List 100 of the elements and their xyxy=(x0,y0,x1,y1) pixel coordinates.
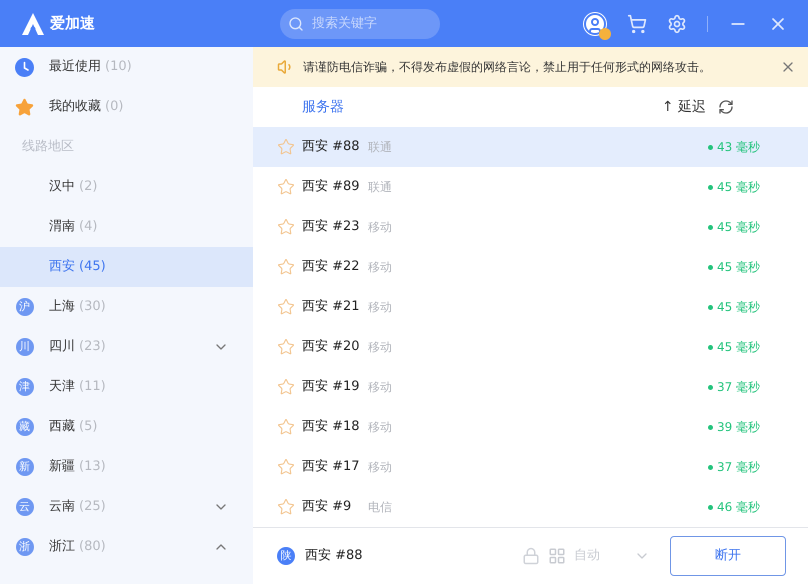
latency-value: 45 毫秒 xyxy=(717,259,762,276)
star-icon[interactable] xyxy=(277,218,295,236)
carrier-label: 移动 xyxy=(368,419,392,436)
item-count: (10) xyxy=(105,58,132,76)
item-count: (25) xyxy=(79,498,106,516)
province-badge: 津 xyxy=(16,378,34,396)
sidebar-item[interactable]: 最近使用 (10) xyxy=(0,47,253,87)
item-label: 天津 xyxy=(49,378,75,396)
province-badge: 浙 xyxy=(16,538,34,556)
carrier-label: 联通 xyxy=(368,139,392,156)
server-name: 西安 #88 xyxy=(302,138,361,156)
sidebar-item[interactable]: 汉中 (2) xyxy=(0,167,253,207)
settings-icon[interactable] xyxy=(667,14,687,34)
province-badge: 沪 xyxy=(16,298,34,316)
server-name: 西安 #19 xyxy=(302,378,361,396)
latency-value: 45 毫秒 xyxy=(717,339,762,356)
province-badge: 新 xyxy=(16,458,34,476)
star-icon[interactable] xyxy=(277,498,295,516)
search-field[interactable]: 搜索关键字 xyxy=(280,8,440,38)
item-label: 我的收藏 xyxy=(49,98,101,116)
sidebar-item[interactable]: 津 天津 (11) xyxy=(0,367,253,407)
cart-icon[interactable] xyxy=(627,14,647,34)
notice-text: 请谨防电信诈骗，不得发布虚假的网络言论，禁止用于任何形式的网络攻击。 xyxy=(303,59,711,76)
star-icon[interactable] xyxy=(277,298,295,316)
logo-icon xyxy=(20,12,46,36)
item-label: 浙江 xyxy=(49,538,75,556)
star-icon xyxy=(15,98,34,116)
server-name: 西安 #21 xyxy=(302,298,361,316)
latency-value: 45 毫秒 xyxy=(717,179,762,196)
item-label: 最近使用 xyxy=(49,58,101,76)
province-badge: 川 xyxy=(16,338,34,356)
carrier-label: 电信 xyxy=(368,499,392,516)
item-count: (30) xyxy=(79,298,106,316)
current-server: 西安 #88 xyxy=(305,547,363,566)
server-name: 西安 #17 xyxy=(302,458,361,476)
star-icon[interactable] xyxy=(277,378,295,396)
latency-value: 46 毫秒 xyxy=(717,499,762,516)
star-icon[interactable] xyxy=(277,178,295,196)
star-icon[interactable] xyxy=(277,458,295,476)
carrier-label: 移动 xyxy=(368,459,392,476)
sidebar-item[interactable]: 川 四川 (23) xyxy=(0,327,253,367)
server-row[interactable]: 西安 #88 联通 43 毫秒 xyxy=(253,127,808,167)
province-badge: 云 xyxy=(16,498,34,516)
star-icon[interactable] xyxy=(277,138,295,156)
province-badge: 藏 xyxy=(16,418,34,436)
grid-icon xyxy=(548,547,566,565)
sidebar-item[interactable]: 我的收藏 (0) xyxy=(0,87,253,127)
carrier-label: 移动 xyxy=(368,379,392,396)
sidebar-item[interactable]: 藏 西藏 (5) xyxy=(0,407,253,447)
star-icon[interactable] xyxy=(277,338,295,356)
server-name: 西安 #22 xyxy=(302,258,361,276)
column-header[interactable]: ↑ 延迟 xyxy=(662,96,706,118)
app-name: 爱加速 xyxy=(50,13,95,34)
item-label: 渭南 xyxy=(49,218,75,236)
sidebar-item[interactable]: 云 云南 (25) xyxy=(0,487,253,527)
disconnect-button[interactable]: 断开 xyxy=(670,536,786,576)
sidebar-item[interactable]: 浙 浙江 (80) xyxy=(0,527,253,567)
item-count: (13) xyxy=(79,458,106,476)
item-count: (2) xyxy=(79,178,98,196)
province-badge: 陕 xyxy=(277,547,295,565)
item-count: (80) xyxy=(79,538,106,556)
latency-value: 45 毫秒 xyxy=(717,219,762,236)
item-count: (5) xyxy=(79,418,98,436)
server-name: 西安 #18 xyxy=(302,418,361,436)
item-label: 云南 xyxy=(49,498,75,516)
server-name: 西安 #20 xyxy=(302,338,361,356)
clock-icon xyxy=(15,58,34,76)
carrier-label: 联通 xyxy=(368,179,392,196)
sidebar-item[interactable]: 沪 上海 (30) xyxy=(0,287,253,327)
item-count: (11) xyxy=(79,378,106,396)
item-label: 四川 xyxy=(49,338,75,356)
carrier-label: 移动 xyxy=(368,219,392,236)
latency-value: 37 毫秒 xyxy=(717,379,762,396)
star-icon[interactable] xyxy=(277,258,295,276)
item-label: 上海 xyxy=(49,298,75,316)
server-name: 西安 #23 xyxy=(302,218,361,236)
column-header[interactable]: 服务器 xyxy=(302,96,344,118)
section-heading: 线路地区 xyxy=(22,138,74,156)
sidebar-item[interactable]: 新 新疆 (13) xyxy=(0,447,253,487)
carrier-label: 移动 xyxy=(368,299,392,316)
refresh-icon[interactable] xyxy=(718,99,734,115)
item-count: (0) xyxy=(105,98,124,116)
latency-value: 39 毫秒 xyxy=(717,419,762,436)
latency-value: 43 毫秒 xyxy=(717,139,762,156)
item-count: (23) xyxy=(79,338,106,356)
server-name: 西安 #9 xyxy=(302,498,352,516)
server-name: 西安 #89 xyxy=(302,178,361,196)
item-label: 西安 xyxy=(49,258,75,276)
lock-icon[interactable] xyxy=(522,547,540,565)
item-label: 西藏 xyxy=(49,418,75,436)
carrier-label: 移动 xyxy=(368,339,392,356)
sidebar-item[interactable]: 渭南 (4) xyxy=(0,207,253,247)
item-label: 新疆 xyxy=(49,458,75,476)
latency-value: 37 毫秒 xyxy=(717,459,762,476)
item-count: (4) xyxy=(79,218,98,236)
search-icon xyxy=(288,16,304,32)
latency-value: 45 毫秒 xyxy=(717,299,762,316)
item-count: (45) xyxy=(79,258,106,276)
carrier-label: 移动 xyxy=(368,259,392,276)
star-icon[interactable] xyxy=(277,418,295,436)
